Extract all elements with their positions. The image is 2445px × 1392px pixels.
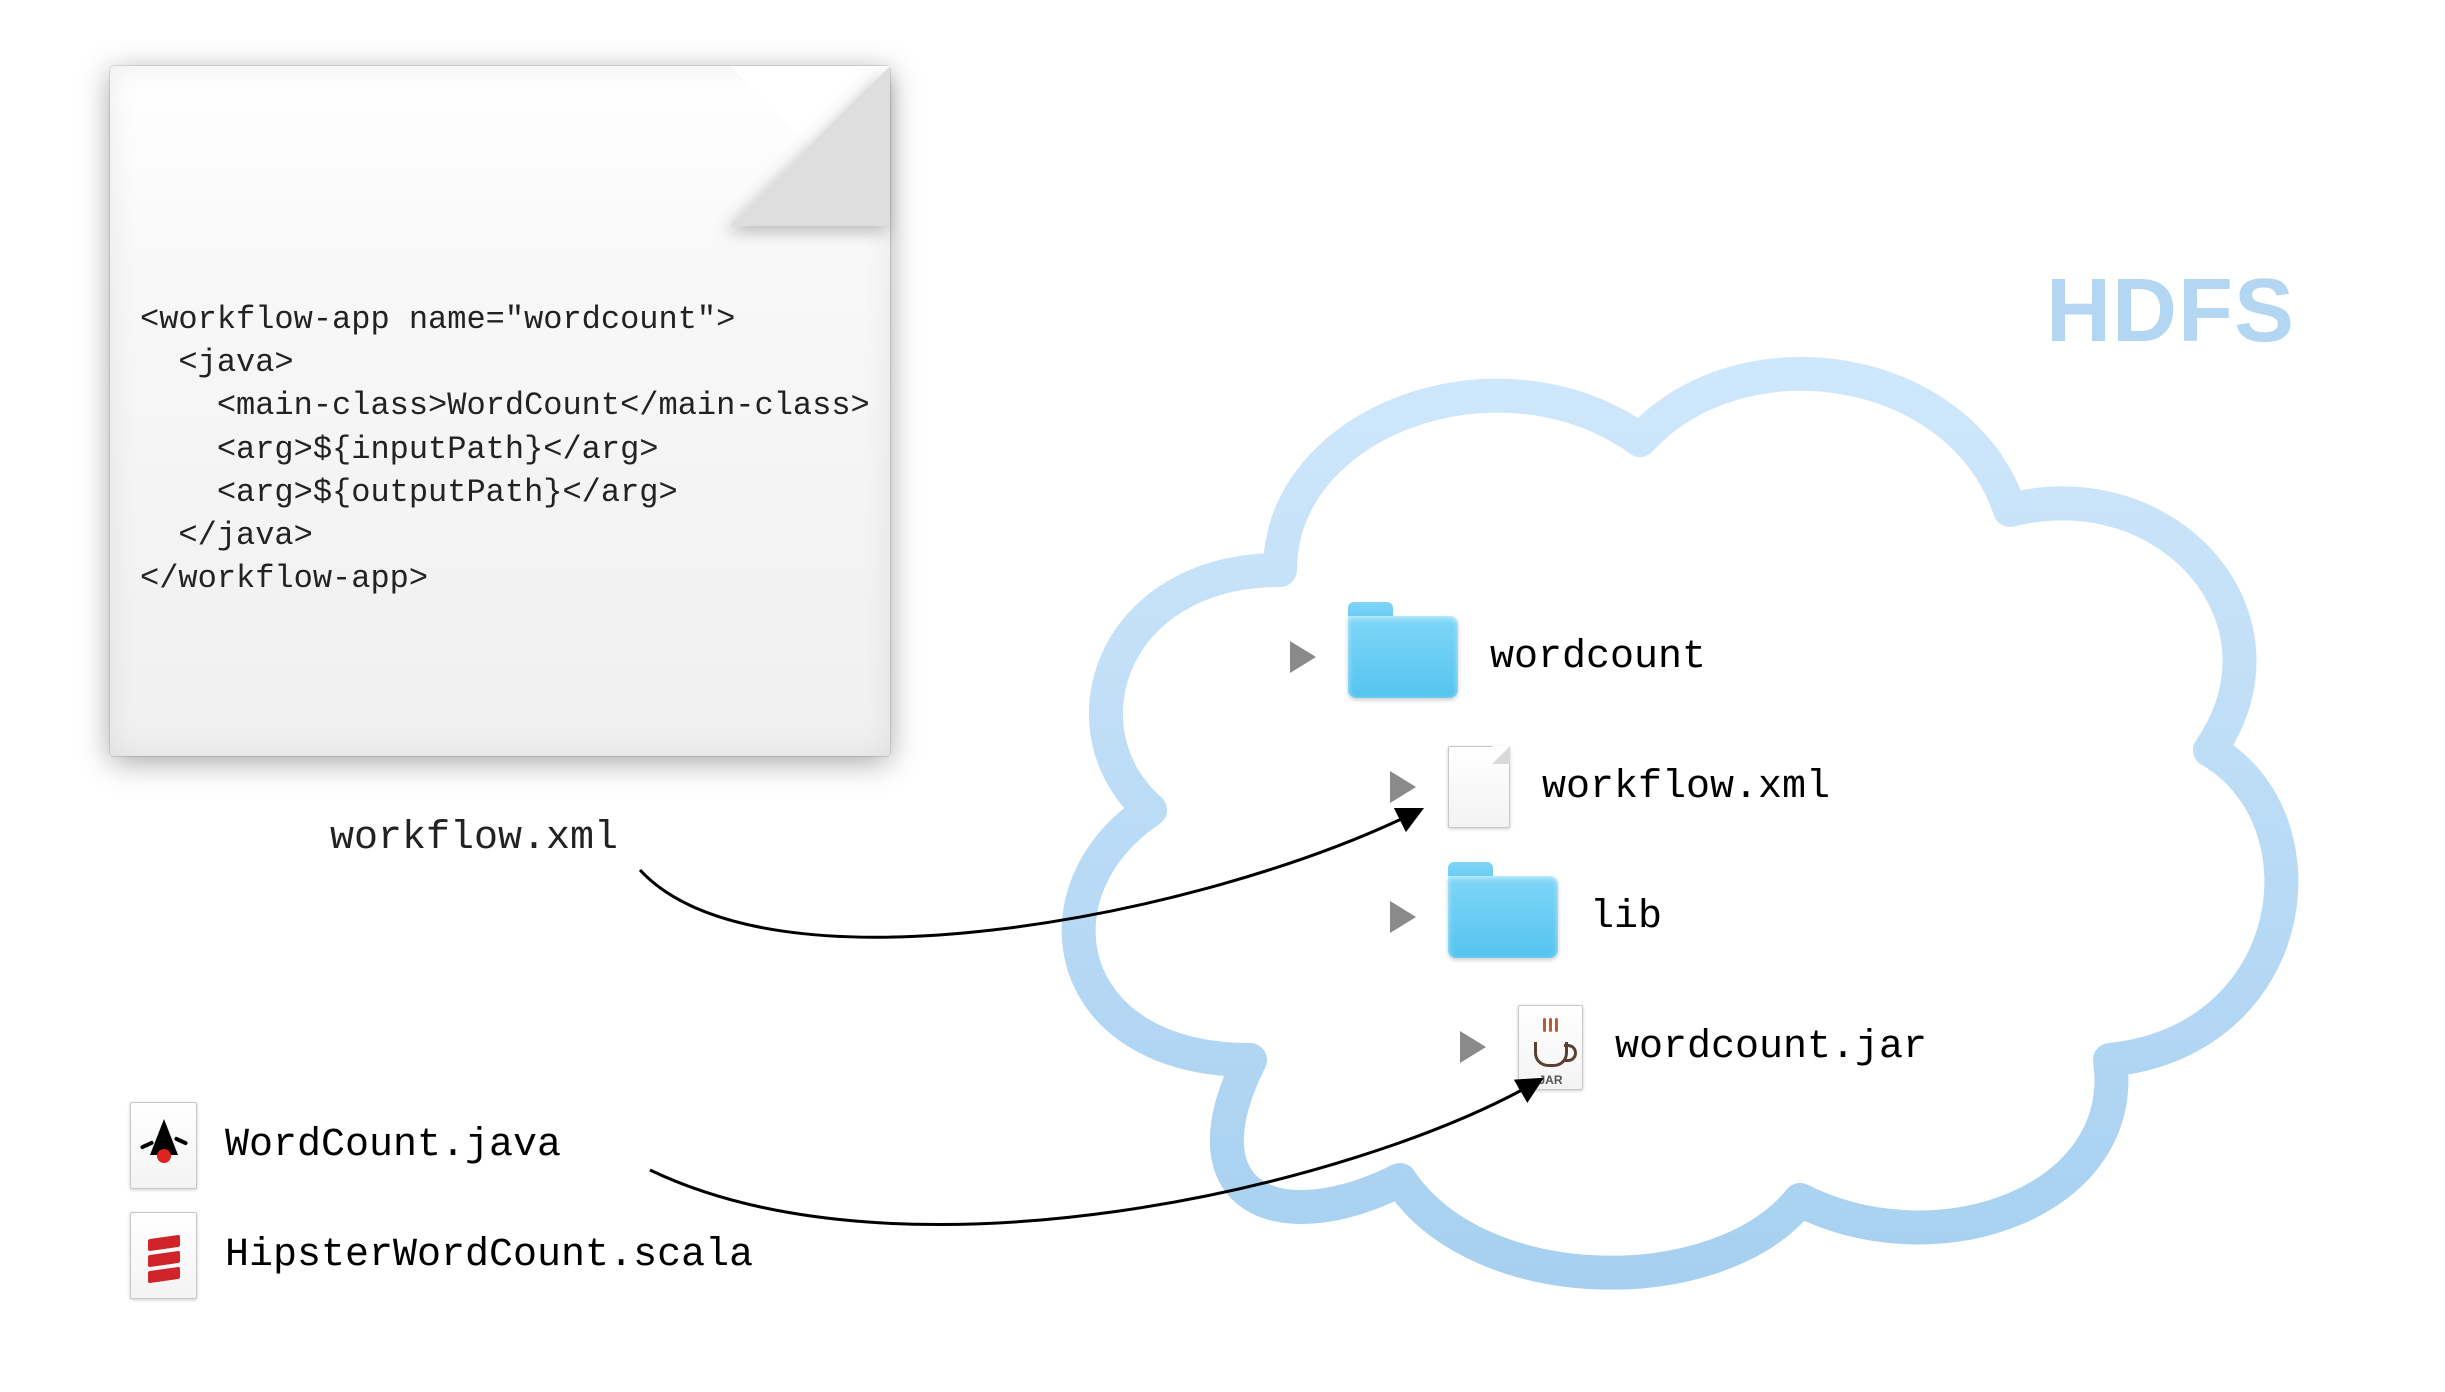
tree-row-lib: lib <box>1390 852 1927 982</box>
source-file-name: HipsterWordCount.scala <box>225 1233 753 1278</box>
disclosure-triangle-icon <box>1460 1031 1486 1063</box>
page-fold-icon <box>730 66 890 226</box>
tree-item-label: wordcount <box>1490 635 1706 680</box>
scala-file-icon <box>130 1212 197 1299</box>
workflow-xml-code: <workflow-app name="wordcount"> <java> <… <box>140 298 870 600</box>
disclosure-triangle-icon <box>1390 901 1416 933</box>
tree-item-label: wordcount.jar <box>1615 1025 1927 1070</box>
jar-badge: JAR <box>1538 1073 1562 1087</box>
tree-item-label: workflow.xml <box>1542 765 1830 810</box>
source-file-row: WordCount.java <box>130 1090 753 1200</box>
hdfs-title: HDFS <box>2046 260 2295 363</box>
source-file-name: WordCount.java <box>225 1123 561 1168</box>
disclosure-triangle-icon <box>1290 641 1316 673</box>
source-file-row: HipsterWordCount.scala <box>130 1200 753 1310</box>
jar-file-icon: JAR <box>1518 1005 1583 1090</box>
folder-icon <box>1348 616 1458 698</box>
workflow-xml-label: workflow.xml <box>330 816 618 861</box>
hdfs-file-tree: wordcount workflow.xml lib JAR wordcount… <box>1290 592 1927 1112</box>
disclosure-triangle-icon <box>1390 771 1416 803</box>
tree-row-wordcount-jar: JAR wordcount.jar <box>1460 982 1927 1112</box>
workflow-xml-document: <workflow-app name="wordcount"> <java> <… <box>110 66 890 756</box>
tree-row-wordcount: wordcount <box>1290 592 1927 722</box>
source-file-list: WordCount.java HipsterWordCount.scala <box>130 1090 753 1310</box>
file-icon <box>1448 746 1510 828</box>
java-file-icon <box>130 1102 197 1189</box>
tree-row-workflow-xml: workflow.xml <box>1390 722 1927 852</box>
tree-item-label: lib <box>1590 895 1662 940</box>
folder-icon <box>1448 876 1558 958</box>
